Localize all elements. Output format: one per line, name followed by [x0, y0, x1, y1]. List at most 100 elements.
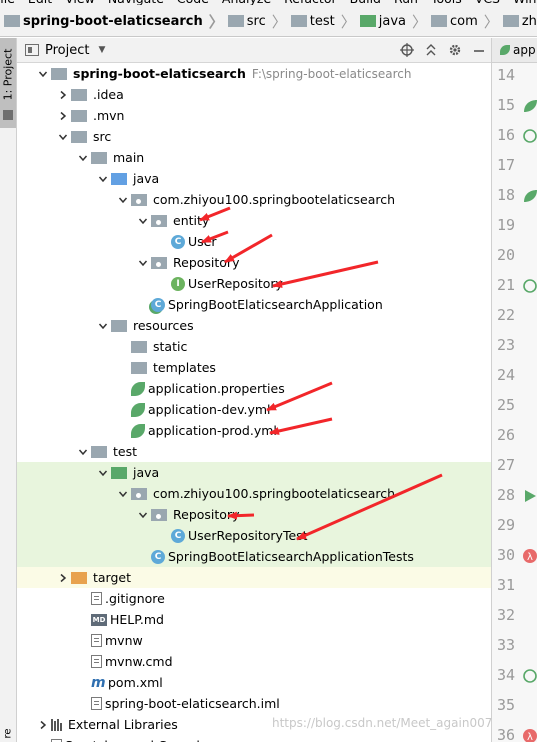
project-tool-tab[interactable]: 1: Project — [0, 38, 16, 128]
line-number: 34 — [497, 666, 516, 684]
chevron-down-icon[interactable] — [135, 504, 151, 525]
chevron-down-icon[interactable] — [135, 210, 151, 231]
lambda-gutter-icon: λ — [522, 728, 537, 742]
tree-item-label: SpringBootElaticsearchApplicationTests — [168, 549, 414, 564]
breadcrumb-item[interactable]: test 〉 — [287, 5, 356, 36]
chevron-down-icon[interactable] — [75, 147, 91, 168]
tree-item[interactable]: C UserRepositoryTest — [17, 525, 491, 546]
breadcrumb-item[interactable]: zhiyou100〉 — [499, 5, 537, 36]
tree-item[interactable]: C SpringBootElaticsearchApplication — [17, 294, 491, 315]
run-gutter-icon[interactable] — [522, 488, 537, 504]
tree-item[interactable]: Repository — [17, 504, 491, 525]
tree-item[interactable]: com.zhiyou100.springbootelaticsearch — [17, 483, 491, 504]
tree-item[interactable]: src — [17, 126, 491, 147]
line-number: 33 — [497, 636, 516, 654]
tree-item[interactable]: .mvn — [17, 105, 491, 126]
breadcrumb-separator-icon: 〉 — [483, 12, 499, 31]
tree-item[interactable]: MD HELP.md — [17, 609, 491, 630]
line-number: 28 — [497, 486, 516, 504]
tree-item[interactable]: test — [17, 441, 491, 462]
breadcrumb: spring-boot-elaticsearch 〉 src 〉 test 〉 java 〉 c… — [0, 5, 537, 37]
chevron-down-icon[interactable] — [55, 126, 71, 147]
collapse-button[interactable] — [419, 38, 443, 62]
line-number: 29 — [497, 516, 516, 534]
tree-item[interactable]: I UserRepository — [17, 273, 491, 294]
line-number: 16 — [497, 126, 516, 144]
tree-item-label: java — [133, 465, 160, 480]
tree-item[interactable]: entity — [17, 210, 491, 231]
tree-item-label: application-dev.yml — [148, 402, 271, 417]
breadcrumb-separator-icon: 〉 — [412, 12, 428, 31]
locate-button[interactable] — [395, 38, 419, 62]
breadcrumb-label: zhiyou100 — [521, 13, 537, 29]
chevron-right-icon[interactable] — [55, 84, 71, 105]
project-icon — [25, 44, 39, 56]
chevron-down-icon[interactable] — [115, 483, 131, 504]
tree-item-label: com.zhiyou100.springbootelaticsearch — [153, 192, 396, 207]
tree-item[interactable]: Scratches and Consoles — [17, 735, 491, 742]
settings-button[interactable] — [443, 38, 467, 62]
tree-item[interactable]: C SpringBootElaticsearchApplicationTests — [17, 546, 491, 567]
breadcrumb-item[interactable]: src 〉 — [224, 5, 287, 36]
tree-item-label: application-prod.yml — [148, 423, 277, 438]
chevron-right-icon[interactable] — [35, 714, 51, 735]
line-number: 23 — [497, 336, 516, 354]
breadcrumb-label: spring-boot-elaticsearch — [23, 13, 203, 29]
tree-item[interactable]: java — [17, 462, 491, 483]
tree-item[interactable]: java — [17, 168, 491, 189]
package-icon — [151, 508, 170, 521]
tree-item[interactable]: application-prod.yml — [17, 420, 491, 441]
tree-item[interactable]: application.properties — [17, 378, 491, 399]
chevron-down-icon[interactable] — [95, 462, 111, 483]
tree-item[interactable]: spring-boot-elaticsearch.iml — [17, 693, 491, 714]
line-number: 20 — [497, 246, 516, 264]
tree-item[interactable]: resources — [17, 315, 491, 336]
tree-item[interactable]: application-dev.yml — [17, 399, 491, 420]
tree-item[interactable]: mvnw — [17, 630, 491, 651]
folder-icon — [431, 15, 448, 27]
tree-item[interactable]: static — [17, 336, 491, 357]
breadcrumb-label: src — [246, 13, 266, 29]
tree-item[interactable]: mvnw.cmd — [17, 651, 491, 672]
chevron-down-icon[interactable] — [95, 168, 111, 189]
project-view-selector[interactable]: Project ▼ — [25, 43, 105, 58]
folder-icon — [502, 15, 519, 27]
tree-item[interactable]: com.zhiyou100.springbootelaticsearch — [17, 189, 491, 210]
tree-item[interactable]: main — [17, 147, 491, 168]
tree-item-label: spring-boot-elaticsearch — [73, 66, 246, 81]
tree-item[interactable]: m pom.xml — [17, 672, 491, 693]
chevron-right-icon[interactable] — [55, 105, 71, 126]
chevron-down-icon[interactable] — [75, 441, 91, 462]
implementation-gutter-icon — [522, 128, 537, 144]
tree-item-label: spring-boot-elaticsearch.iml — [105, 696, 280, 711]
tree-item[interactable]: .gitignore — [17, 588, 491, 609]
chevron-down-icon[interactable] — [115, 189, 131, 210]
gear-icon — [449, 44, 461, 56]
implementation-gutter-icon — [522, 278, 537, 294]
breadcrumb-item[interactable]: com 〉 — [427, 5, 499, 36]
chevron-down-icon[interactable] — [95, 315, 111, 336]
left-tool-strip: 1: Project re — [0, 38, 17, 742]
tree-item[interactable]: Repository — [17, 252, 491, 273]
svg-text:λ: λ — [527, 552, 533, 563]
chevron-down-icon[interactable] — [135, 252, 151, 273]
hide-panel-button[interactable] — [467, 38, 491, 62]
tree-item[interactable]: templates — [17, 357, 491, 378]
tree-item[interactable]: C User — [17, 231, 491, 252]
tree-item[interactable]: target — [17, 567, 491, 588]
chevron-down-icon[interactable] — [35, 63, 51, 84]
editor-tab[interactable]: app — [492, 38, 537, 63]
breadcrumb-item[interactable]: java 〉 — [356, 5, 428, 36]
breadcrumb-item[interactable]: spring-boot-elaticsearch 〉 — [0, 5, 224, 36]
project-tree: spring-boot-elaticsearch F:\spring-boot-e… — [17, 63, 491, 742]
library-icon — [51, 718, 65, 731]
tree-item[interactable]: .idea — [17, 84, 491, 105]
chevron-right-icon[interactable] — [55, 567, 71, 588]
project-tool-icon — [3, 110, 13, 120]
tree-item[interactable]: spring-boot-elaticsearch F:\spring-boot-e… — [17, 63, 491, 84]
lambda-gutter-icon: λ — [522, 548, 537, 564]
line-number: 19 — [497, 216, 516, 234]
tree-item-label: .mvn — [93, 108, 125, 123]
